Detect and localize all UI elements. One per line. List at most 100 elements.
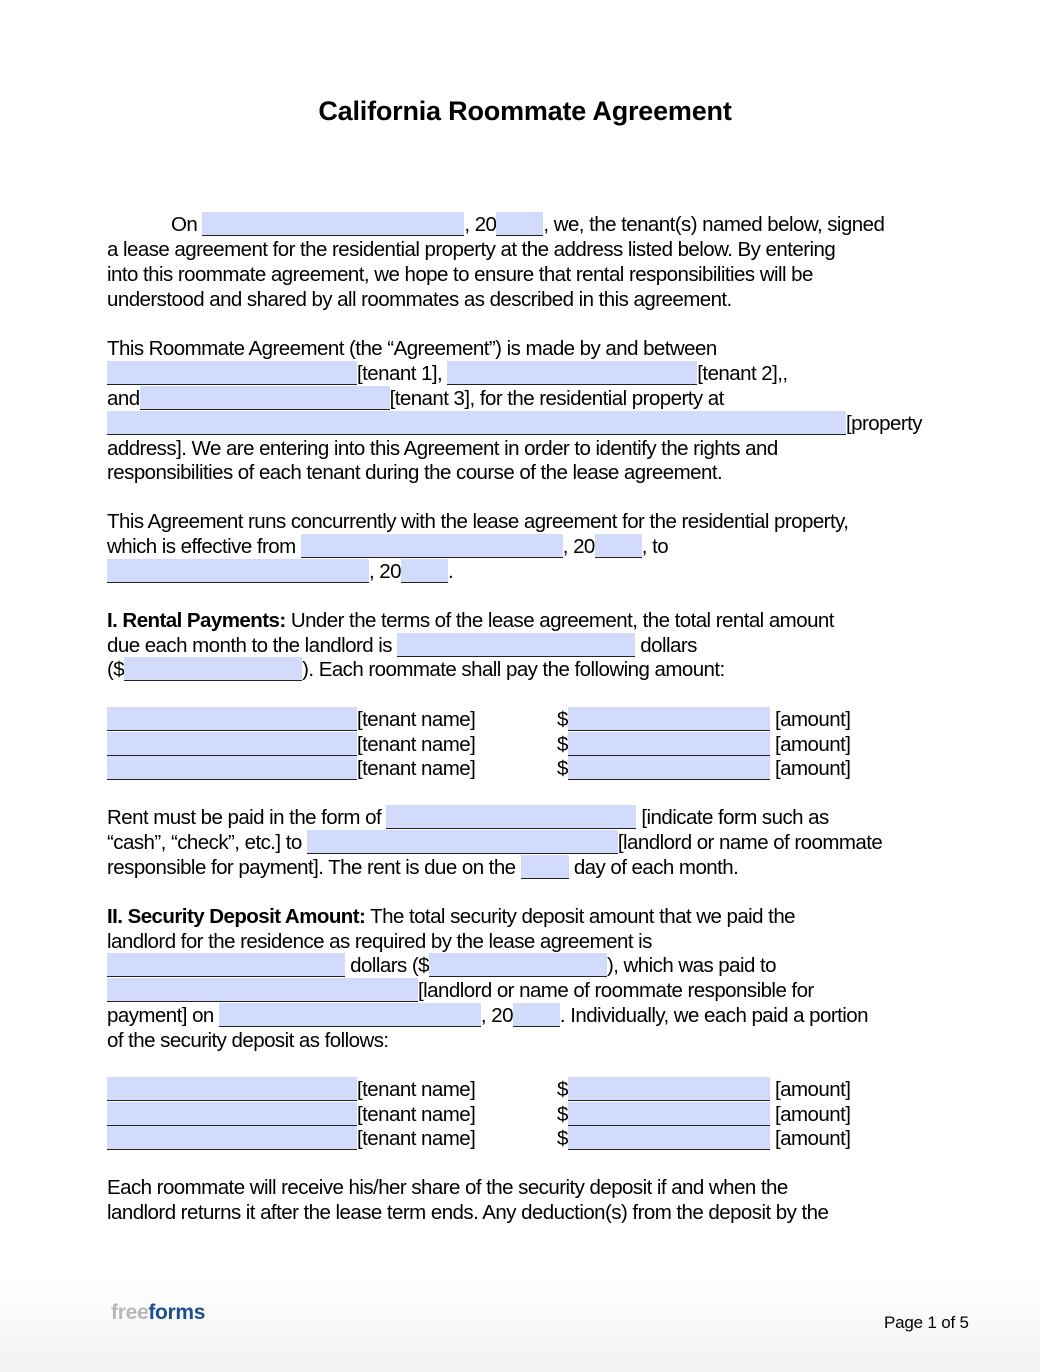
agreement-date-field[interactable] — [202, 212, 465, 236]
text: day of each month. — [568, 856, 739, 879]
text: , to — [641, 535, 669, 558]
rent-tenant-name-field[interactable] — [107, 756, 357, 780]
text: dollars ($ — [345, 954, 429, 977]
text: The total security deposit amount that w… — [365, 905, 796, 928]
effective-to-date-field[interactable] — [107, 559, 369, 583]
deposit-split-row: [tenant name] $ [amount] — [107, 1077, 851, 1102]
text: [amount] — [775, 1078, 851, 1101]
parties-line-3: and [tenant 3], for the residential prope… — [107, 386, 724, 411]
page-number: Page 1 of 5 — [884, 1313, 969, 1332]
rent-split-row: [tenant name] $ [amount] — [107, 732, 851, 757]
text: [amount] — [775, 708, 851, 731]
text: Rent must be paid in the form of — [107, 806, 387, 829]
tenant-2-field[interactable] — [447, 361, 698, 385]
text: which is effective from — [107, 535, 301, 558]
rent-tenant-name-field[interactable] — [107, 707, 357, 731]
text: [amount] — [775, 1103, 851, 1126]
total-rent-words-field[interactable] — [397, 633, 636, 657]
text: [tenant name] — [357, 1103, 476, 1126]
text: [tenant name] — [357, 757, 476, 780]
deposit-line-5: payment] on , 20 . Individually, we each … — [107, 1003, 869, 1028]
text: “cash”, “check”, etc.] to — [107, 831, 307, 854]
effective-from-year-field[interactable] — [594, 534, 642, 558]
text: [tenant name] — [357, 1127, 476, 1150]
text: [amount] — [775, 733, 851, 756]
parties-line-5: address]. We are entering into this Agre… — [107, 437, 778, 460]
text: [landlord or name of roommate — [617, 831, 883, 854]
term-line-1: This Agreement runs concurrently with th… — [107, 510, 849, 533]
deposit-tenant-name-field[interactable] — [107, 1126, 357, 1150]
text: $ — [557, 1127, 568, 1150]
payment-form-field[interactable] — [386, 805, 637, 829]
text: $ — [557, 733, 568, 756]
text: , 20 — [464, 213, 497, 236]
deposit-amount-field[interactable] — [567, 1102, 770, 1126]
text: . Individually, we each paid a portion — [559, 1004, 869, 1027]
rental-line-2: due each month to the landlord is dollar… — [107, 633, 697, 658]
tenant-3-field[interactable] — [139, 386, 390, 410]
text: . — [448, 560, 454, 583]
deposit-line-6: of the security deposit as follows: — [107, 1029, 389, 1052]
deposit-paid-date-field[interactable] — [218, 1003, 481, 1027]
term-line-3: , 20. — [107, 559, 454, 584]
rent-tenant-name-field[interactable] — [107, 732, 357, 756]
text: ), which was paid to — [606, 954, 777, 977]
deposit-line-4: [landlord or name of roommate responsibl… — [107, 978, 814, 1003]
text: [indicate form such as — [636, 806, 829, 829]
parties-line-1: This Roommate Agreement (the “Agreement”… — [107, 337, 717, 360]
effective-to-year-field[interactable] — [401, 559, 448, 583]
text: [property — [846, 412, 923, 435]
parties-line-6: responsibilities of each tenant during t… — [107, 461, 723, 484]
logo-free-text: free — [111, 1301, 149, 1324]
agreement-year-field[interactable] — [496, 212, 544, 236]
text: [tenant 1], — [357, 362, 448, 385]
deposit-return-line-2: landlord returns it after the lease term… — [107, 1201, 829, 1224]
text: [tenant name] — [357, 733, 476, 756]
intro-line-3: into this roommate agreement, we hope to… — [107, 263, 813, 286]
total-rent-amount-field[interactable] — [124, 657, 303, 681]
text: $ — [557, 1078, 568, 1101]
deposit-tenant-name-field[interactable] — [107, 1102, 357, 1126]
deposit-recipient-field[interactable] — [107, 978, 418, 1002]
text: , 20 — [562, 535, 596, 558]
text: $ — [557, 757, 568, 780]
rent-amount-field[interactable] — [567, 732, 770, 756]
text: , 20 — [369, 560, 402, 583]
deposit-total-words-field[interactable] — [107, 953, 345, 977]
payment-form-line-2: “cash”, “check”, etc.] to [landlord or n… — [107, 830, 883, 855]
deposit-split-row: [tenant name] $ [amount] — [107, 1102, 851, 1127]
deposit-paid-year-field[interactable] — [512, 1003, 560, 1027]
section-heading-rental-payments: I. Rental Payments: — [107, 609, 286, 632]
parties-line-4: [property — [107, 411, 923, 436]
payment-form-line-1: Rent must be paid in the form of [indica… — [107, 805, 829, 830]
rent-due-day-field[interactable] — [520, 855, 569, 879]
rental-line-1: I. Rental Payments: Under the terms of t… — [107, 608, 834, 633]
property-address-field[interactable] — [107, 411, 846, 435]
text: , we, the tenant(s) named below, signed — [543, 213, 885, 236]
effective-from-date-field[interactable] — [300, 534, 563, 558]
text: due each month to the landlord is — [107, 634, 398, 657]
deposit-tenant-name-field[interactable] — [107, 1077, 357, 1101]
rent-amount-field[interactable] — [567, 756, 770, 780]
rent-amount-field[interactable] — [567, 707, 770, 731]
text: , 20 — [480, 1004, 514, 1027]
rent-split-row: [tenant name] $ [amount] — [107, 707, 851, 732]
intro-line-2: a lease agreement for the residential pr… — [107, 238, 836, 261]
intro-line-4: understood and shared by all roommates a… — [107, 288, 732, 311]
deposit-amount-field[interactable] — [567, 1077, 770, 1101]
deposit-split-row: [tenant name] $ [amount] — [107, 1126, 851, 1151]
parties-line-2: [tenant 1], [tenant 2],, — [107, 361, 788, 386]
tenant-1-field[interactable] — [107, 361, 357, 385]
deposit-line-3: dollars ($ ), which was paid to — [107, 953, 777, 978]
payment-recipient-field[interactable] — [306, 830, 618, 854]
text: [tenant name] — [357, 1078, 476, 1101]
text: ). Each roommate shall pay the following… — [302, 658, 725, 681]
document-title: California Roommate Agreement — [318, 96, 732, 126]
text: [amount] — [775, 757, 851, 780]
text: [tenant 3], for the residential property… — [389, 387, 725, 410]
text: dollars — [635, 634, 697, 657]
deposit-total-amount-field[interactable] — [428, 953, 607, 977]
deposit-amount-field[interactable] — [567, 1126, 770, 1150]
text: [amount] — [775, 1127, 851, 1150]
text: and — [107, 387, 140, 410]
